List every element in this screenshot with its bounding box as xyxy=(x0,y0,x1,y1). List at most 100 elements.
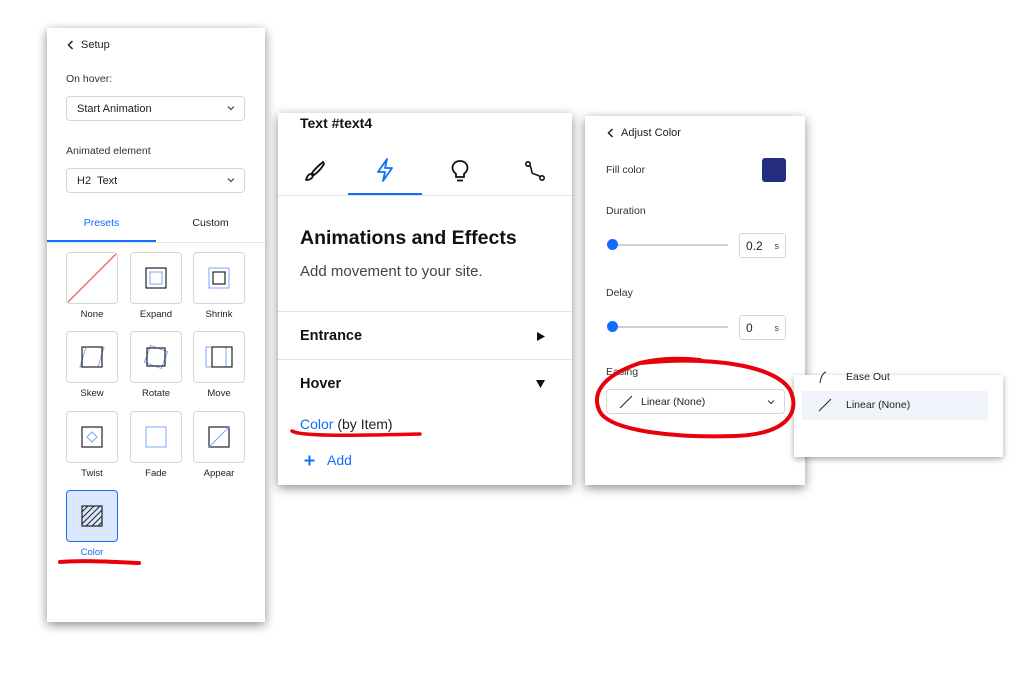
easing-option-ease-out[interactable]: Ease Out xyxy=(818,371,890,383)
delay-label: Delay xyxy=(606,287,633,299)
animated-element-label: Animated element xyxy=(66,145,151,157)
on-hover-dropdown[interactable]: Start Animation xyxy=(66,96,245,121)
easing-options-popup: Ease Out Linear (None) xyxy=(794,371,1003,457)
preset-shrink[interactable]: Shrink xyxy=(193,252,245,320)
animated-element-dropdown[interactable]: H2 Text xyxy=(66,168,245,193)
chevron-left-icon xyxy=(67,40,74,50)
fill-color-swatch[interactable] xyxy=(762,158,786,182)
preset-none-thumb xyxy=(66,252,118,304)
chevron-left-icon xyxy=(607,128,614,138)
fade-icon xyxy=(145,426,167,448)
hover-effect-link[interactable]: Color xyxy=(300,416,333,432)
move-icon xyxy=(205,346,233,368)
duration-slider-handle[interactable] xyxy=(607,239,618,250)
preset-color[interactable]: Color xyxy=(66,490,118,558)
triangle-right-icon[interactable] xyxy=(536,331,546,342)
brush-icon xyxy=(305,161,325,181)
preset-skew-thumb xyxy=(66,331,118,383)
preset-label: Rotate xyxy=(142,388,170,399)
delay-input[interactable]: 0 s xyxy=(739,315,786,340)
color-hatch-icon xyxy=(81,505,103,527)
twist-icon xyxy=(81,426,103,448)
element-title: Text #text4 xyxy=(300,115,373,131)
delay-value: 0 xyxy=(746,321,753,335)
hover-effect-item[interactable]: Color (by Item) xyxy=(300,416,393,432)
tab-ideas[interactable] xyxy=(423,147,497,195)
lightning-icon xyxy=(377,158,393,182)
easing-option-linear[interactable]: Linear (None) xyxy=(818,398,910,412)
easing-dropdown[interactable]: Linear (None) xyxy=(606,389,785,414)
preset-label: Color xyxy=(80,547,104,558)
tab-animations[interactable] xyxy=(348,147,422,195)
preset-appear[interactable]: Appear xyxy=(193,411,245,479)
preset-none[interactable]: None xyxy=(66,252,118,320)
none-icon xyxy=(67,253,117,303)
preset-label: Twist xyxy=(81,468,103,479)
divider xyxy=(278,311,572,312)
preset-move[interactable]: Move xyxy=(193,331,245,399)
preset-color-thumb xyxy=(66,490,118,542)
hover-effect-suffix: (by Item) xyxy=(337,416,393,432)
duration-label: Duration xyxy=(606,205,646,217)
lightbulb-icon xyxy=(451,160,469,182)
add-effect-button[interactable]: Add xyxy=(304,452,352,468)
on-hover-label: On hover: xyxy=(66,73,113,85)
inspector-icon-tabs xyxy=(278,147,572,196)
preset-expand-thumb xyxy=(130,252,182,304)
preset-skew[interactable]: Skew xyxy=(66,331,118,399)
path-icon xyxy=(524,160,546,182)
preset-label: Fade xyxy=(145,468,167,479)
preset-twist-thumb xyxy=(66,411,118,463)
preset-appear-thumb xyxy=(193,411,245,463)
easing-option-label: Linear (None) xyxy=(846,399,911,411)
linear-curve-icon xyxy=(619,395,633,409)
preset-fade[interactable]: Fade xyxy=(130,411,182,479)
tab-design[interactable] xyxy=(278,147,352,195)
preset-label: Appear xyxy=(203,468,235,479)
heading-tag-badge: H2 xyxy=(77,174,92,187)
shrink-icon xyxy=(208,267,230,289)
appear-icon xyxy=(208,426,230,448)
ease-out-curve-icon xyxy=(819,371,827,383)
preset-rotate-thumb xyxy=(130,331,182,383)
preset-shrink-thumb xyxy=(193,252,245,304)
animated-element-value: Text xyxy=(97,174,118,187)
delay-slider-track[interactable] xyxy=(612,326,728,328)
skew-icon xyxy=(79,346,105,368)
preset-move-thumb xyxy=(193,331,245,383)
preset-label: None xyxy=(80,309,104,320)
easing-label: Easing xyxy=(606,366,639,378)
chevron-down-icon xyxy=(767,400,775,405)
setup-back-button[interactable]: Setup xyxy=(67,39,110,51)
duration-input[interactable]: 0.2 s xyxy=(739,233,786,258)
on-hover-value: Start Animation xyxy=(77,102,152,115)
adjust-back-button[interactable]: Adjust Color xyxy=(607,127,681,139)
preset-expand[interactable]: Expand xyxy=(130,252,182,320)
duration-slider-track[interactable] xyxy=(612,244,728,246)
triangle-down-icon[interactable] xyxy=(535,379,546,389)
preset-rotate[interactable]: Rotate xyxy=(130,331,182,399)
preset-twist[interactable]: Twist xyxy=(66,411,118,479)
linear-curve-icon xyxy=(818,398,832,412)
easing-option-label: Ease Out xyxy=(846,371,890,383)
setup-back-label: Setup xyxy=(81,39,110,51)
tab-presets[interactable]: Presets xyxy=(47,214,156,242)
chevron-down-icon xyxy=(227,106,235,111)
preset-fade-thumb xyxy=(130,411,182,463)
hover-section-label[interactable]: Hover xyxy=(300,376,341,392)
preset-label: Shrink xyxy=(205,309,233,320)
entrance-section-label[interactable]: Entrance xyxy=(300,328,362,344)
presets-custom-tabs: Presets Custom xyxy=(47,214,265,243)
panel-heading: Animations and Effects xyxy=(300,227,517,249)
preset-label: Move xyxy=(207,388,231,399)
tab-interactions[interactable] xyxy=(498,147,572,195)
delay-slider-handle[interactable] xyxy=(607,321,618,332)
add-label: Add xyxy=(327,452,352,468)
easing-value: Linear (None) xyxy=(641,396,706,408)
plus-icon xyxy=(304,455,315,465)
rotate-icon xyxy=(143,344,169,370)
tab-custom[interactable]: Custom xyxy=(156,214,265,242)
chevron-down-icon xyxy=(227,178,235,183)
delay-unit: s xyxy=(774,323,780,333)
preset-label: Expand xyxy=(139,309,173,320)
